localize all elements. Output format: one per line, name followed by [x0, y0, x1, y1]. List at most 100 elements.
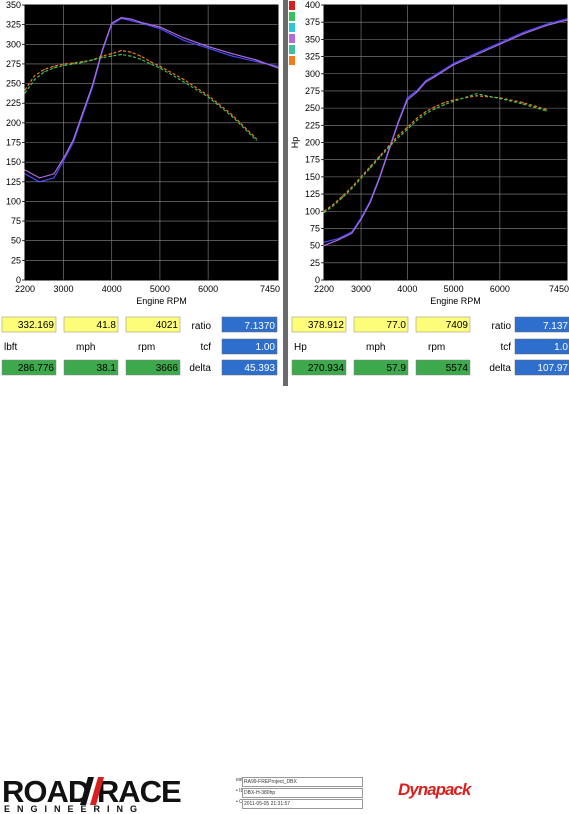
data-point [207, 96, 209, 98]
data-point [159, 27, 161, 30]
side-value: 45.393 [244, 363, 275, 374]
data-point [522, 102, 524, 104]
data-point [159, 65, 161, 67]
y-tick-label: 125 [6, 177, 21, 187]
data-point [332, 205, 334, 207]
y-tick-label: 300 [305, 69, 320, 79]
data-point [62, 63, 65, 65]
data-point [231, 55, 233, 57]
legend-swatch [289, 1, 295, 10]
y-tick-label: 225 [305, 120, 320, 130]
data-point [443, 104, 445, 106]
y-tick-label: 175 [305, 155, 320, 165]
data-point [140, 21, 142, 23]
legend-swatch [289, 45, 295, 54]
data-point [82, 61, 84, 63]
data-point [53, 177, 55, 179]
data-point [378, 155, 381, 157]
data-point [277, 67, 279, 69]
data-point [82, 112, 84, 114]
data-point [406, 97, 408, 99]
data-point [277, 65, 279, 67]
readout-value: 41.8 [97, 320, 117, 331]
x-tick-label: 3000 [54, 284, 74, 294]
readout-value: 77.0 [387, 320, 407, 331]
x-tick-label: 4000 [397, 284, 417, 294]
data-point [255, 137, 257, 140]
dyno-chart-canvas: 0255075100125150175200225250275300325350… [0, 0, 569, 386]
data-point [406, 128, 408, 131]
data-point [231, 114, 233, 116]
side-label: tcf [500, 342, 511, 353]
data-point [53, 67, 55, 69]
data-point [453, 100, 455, 102]
data-point [406, 99, 408, 101]
y-axis-label: Hp [290, 137, 300, 149]
data-point [566, 19, 568, 21]
y-tick-label: 25 [11, 255, 21, 265]
data-point [545, 108, 547, 111]
data-point [120, 49, 122, 52]
data-point [207, 47, 209, 49]
data-point [323, 212, 325, 214]
data-point [566, 18, 568, 20]
data-point [34, 75, 36, 77]
data-point [443, 102, 445, 104]
y-tick-label: 100 [305, 206, 320, 216]
data-point [53, 65, 55, 67]
data-point [341, 196, 344, 199]
data-point [369, 201, 371, 203]
legend-swatch [289, 23, 295, 32]
y-tick-label: 75 [310, 223, 320, 233]
y-tick-label: 100 [6, 196, 21, 206]
x-tick-label: 6000 [490, 284, 510, 294]
data-point [183, 79, 185, 81]
info-row: • ID DBX-H-380hp [236, 788, 376, 798]
data-point [38, 177, 41, 179]
y-tick-label: 350 [6, 0, 21, 10]
readout-value: 38.1 [97, 363, 117, 374]
data-point [101, 49, 103, 52]
y-tick-label: 375 [305, 17, 320, 27]
data-point [545, 23, 547, 25]
data-point [231, 115, 233, 118]
side-label: ratio [192, 321, 212, 332]
data-point [62, 159, 65, 162]
data-point [415, 91, 418, 93]
info-row: • C 2011-05-05 21:31:57 [236, 799, 376, 809]
data-point [149, 63, 151, 65]
x-tick-label: 6000 [198, 284, 218, 294]
data-point [159, 26, 161, 28]
y-tick-label: 300 [6, 39, 21, 49]
data-point [130, 20, 132, 22]
data-point [499, 97, 501, 100]
x-tick-label: 7450 [260, 284, 280, 294]
data-point [476, 52, 478, 54]
readout-unit-label: mph [76, 342, 95, 353]
data-point [434, 75, 436, 78]
readout-unit-label: lbft [4, 342, 18, 353]
data-point [360, 177, 362, 179]
y-tick-label: 50 [310, 241, 320, 251]
side-value: 107.97 [537, 363, 568, 374]
side-label: delta [489, 363, 511, 374]
data-point [149, 60, 151, 63]
x-tick-label: 2200 [314, 284, 334, 294]
readout-unit-label: rpm [428, 342, 445, 353]
y-tick-label: 150 [6, 157, 21, 167]
data-point [62, 157, 65, 159]
x-tick-label: 5000 [444, 284, 464, 294]
readout-value: 57.9 [387, 363, 407, 374]
data-point [72, 63, 74, 65]
run-info: est RA99-FREProject_DBX • ID DBX-H-380hp… [236, 775, 376, 811]
side-label: delta [189, 363, 211, 374]
data-point [337, 238, 339, 240]
y-tick-label: 275 [6, 59, 21, 69]
data-point [111, 53, 113, 55]
data-point [337, 239, 339, 241]
data-point [38, 181, 41, 183]
data-point [397, 122, 399, 124]
data-point [434, 108, 436, 110]
data-point [323, 245, 325, 247]
data-point [183, 37, 185, 39]
